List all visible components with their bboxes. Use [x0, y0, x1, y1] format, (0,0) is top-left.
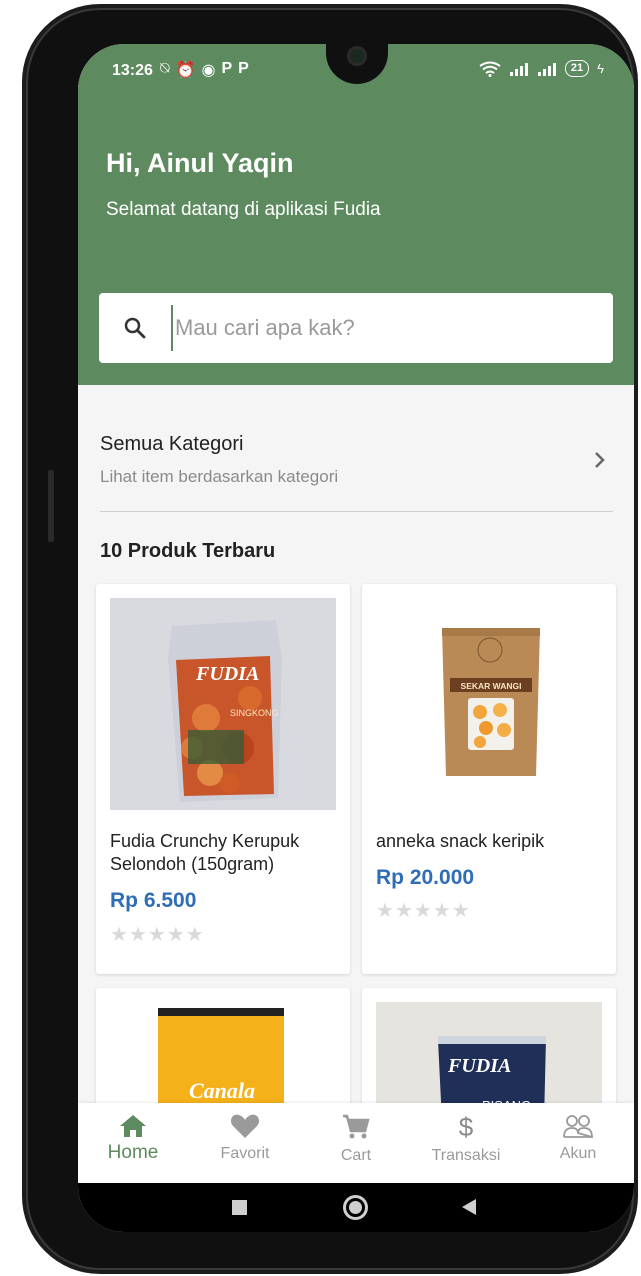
nav-favorit[interactable]: Favorit: [195, 1113, 295, 1163]
side-button-left: [48, 470, 54, 542]
star-icon: ★: [110, 924, 129, 946]
recent-apps-button[interactable]: [232, 1200, 247, 1215]
product-image-brand: FUDIA: [447, 1055, 511, 1077]
dollar-icon: $: [459, 1113, 474, 1141]
rating-stars: ★★★★★: [110, 922, 205, 947]
screen: 13:26 ⍉ ⏰ ◉ P P 21 ϟ Hi, Ainul Yaqin Sel…: [78, 44, 634, 1232]
product-name: anneka snack keripik: [376, 831, 545, 851]
header: 13:26 ⍉ ⏰ ◉ P P 21 ϟ Hi, Ainul Yaqin Sel…: [78, 44, 634, 385]
search-input[interactable]: [171, 305, 591, 351]
chevron-right-icon: [595, 452, 605, 468]
p-icon: P: [221, 60, 233, 77]
search-bar[interactable]: [99, 293, 613, 363]
rating-stars: ★★★★★: [376, 898, 471, 923]
nav-favorit-label: Favorit: [220, 1145, 270, 1162]
star-icon: ★: [147, 924, 167, 946]
nav-transaksi-label: Transaksi: [431, 1147, 501, 1164]
star-icon: ★: [432, 900, 452, 922]
divider: [100, 511, 613, 512]
category-subtitle: Lihat item berdasarkan kategori: [100, 467, 339, 486]
product-price: Rp 20.000: [376, 866, 475, 889]
nav-akun[interactable]: Akun: [528, 1113, 628, 1163]
section-title: 10 Produk Terbaru: [100, 540, 276, 562]
home-button[interactable]: [343, 1195, 368, 1220]
star-icon: ★: [185, 924, 205, 946]
star-icon: ★: [413, 900, 433, 922]
nav-cart-label: Cart: [340, 1147, 372, 1164]
wifi-icon: [479, 61, 501, 77]
phone-frame: 13:26 ⍉ ⏰ ◉ P P 21 ϟ Hi, Ainul Yaqin Sel…: [26, 8, 634, 1270]
product-image: SEKAR WANGI: [376, 598, 602, 810]
product-card[interactable]: SEKAR WANGI anneka snack keripik Rp 20.0…: [362, 584, 616, 974]
category-title: Semua Kategori: [100, 433, 244, 455]
signal-4g-icon: [537, 62, 556, 76]
search-icon: [124, 317, 146, 339]
signal-icon: [509, 62, 528, 76]
product-name: Fudia Crunchy Kerupuk Selondoh (150gram): [110, 831, 300, 874]
cart-icon: [343, 1114, 370, 1139]
bottom-navigation: Home Favorit Cart $ Transaksi Akun: [78, 1103, 634, 1183]
product-image: FUDIA SINGKONG: [110, 598, 336, 810]
back-button[interactable]: [461, 1198, 477, 1216]
category-row[interactable]: Semua Kategori Lihat item berdasarkan ka…: [78, 419, 634, 499]
product-image-brand: Canala: [189, 1078, 255, 1103]
product-image-brand: FUDIA: [195, 663, 259, 685]
app-icon: ◉: [201, 62, 216, 79]
star-icon: ★: [376, 900, 395, 922]
star-icon: ★: [128, 924, 148, 946]
charging-icon: ϟ: [597, 61, 604, 76]
greeting-subtitle: Selamat datang di aplikasi Fudia: [106, 199, 381, 220]
product-price: Rp 6.500: [110, 889, 197, 912]
status-icons-right: 21 ϟ: [479, 60, 604, 77]
battery-level: 21: [564, 60, 590, 77]
alarm-icon: ⏰: [175, 62, 196, 79]
notification-off-icon: ⍉: [160, 60, 170, 77]
greeting-title: Hi, Ainul Yaqin: [106, 148, 294, 178]
users-icon: [563, 1115, 593, 1139]
star-icon: ★: [166, 924, 186, 946]
star-icon: ★: [394, 900, 414, 922]
front-camera: [347, 46, 367, 66]
p-icon: P: [238, 60, 249, 77]
nav-cart[interactable]: Cart: [306, 1113, 406, 1165]
nav-akun-label: Akun: [559, 1145, 597, 1162]
home-icon: [120, 1115, 146, 1137]
status-icons-left: ⍉ ⏰ ◉ P P: [160, 60, 249, 80]
nav-transaksi[interactable]: $ Transaksi: [416, 1113, 516, 1165]
product-image-brand: SEKAR WANGI: [461, 681, 522, 691]
svg-text:$: $: [459, 1113, 474, 1141]
nav-home-label: Home: [107, 1142, 159, 1163]
product-card[interactable]: FUDIA SINGKONG Fudia Crunchy Kerupuk Sel…: [96, 584, 350, 974]
product-image-variant: SINGKONG: [230, 708, 279, 718]
star-icon: ★: [451, 900, 471, 922]
nav-home[interactable]: Home: [83, 1113, 183, 1164]
status-time: 13:26: [112, 62, 153, 79]
system-navigation-bar: [78, 1183, 634, 1232]
heart-icon: [230, 1114, 260, 1138]
